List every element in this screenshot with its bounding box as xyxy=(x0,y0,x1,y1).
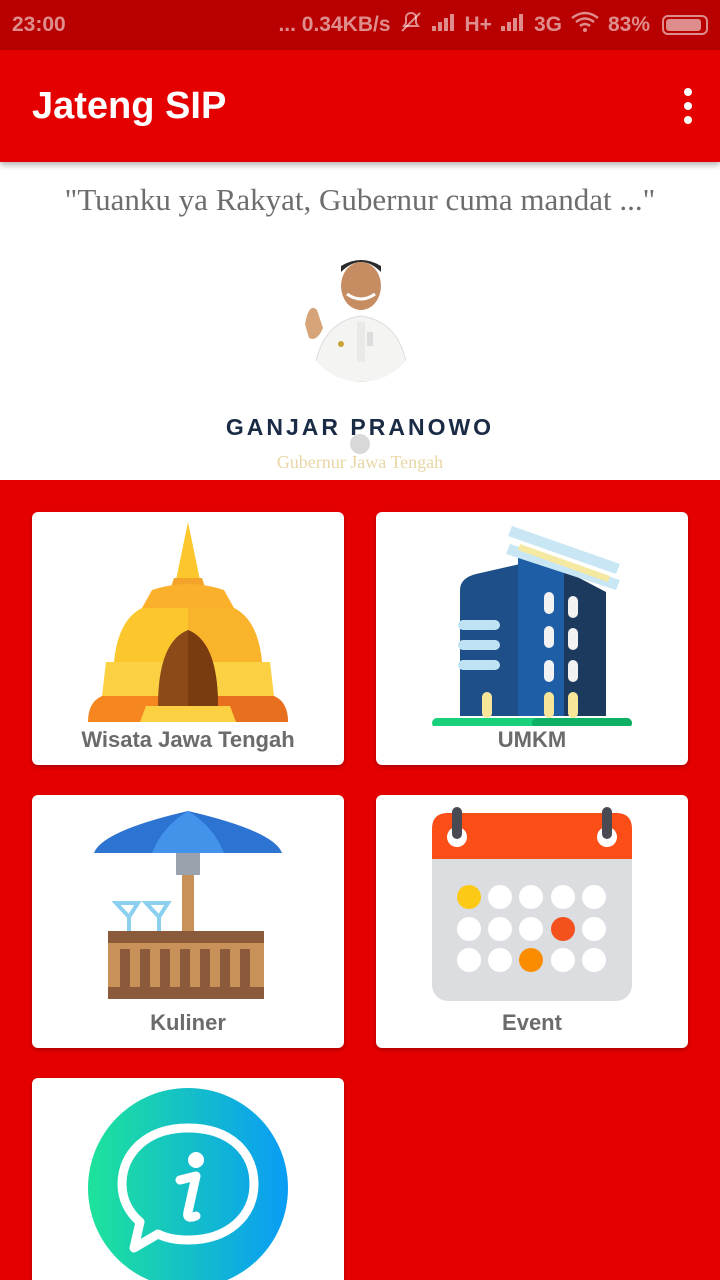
mute-icon xyxy=(399,11,423,39)
network-speed: ... 0.34KB/s xyxy=(278,13,391,36)
battery-icon xyxy=(662,15,708,35)
menu-card-label: Wisata Jawa Tengah xyxy=(81,727,295,752)
info-chat-icon xyxy=(88,1088,288,1280)
building-icon xyxy=(432,526,632,726)
app-bar: Jateng SIP xyxy=(0,50,720,162)
signal-icon-2 xyxy=(500,12,526,38)
menu-card-event[interactable]: Event xyxy=(376,795,688,1048)
status-indicators: ... 0.34KB/s H+ 3G 83% xyxy=(278,11,708,39)
network-type-1: H+ xyxy=(464,13,492,36)
governor-title: Gubernur Jawa Tengah xyxy=(276,452,444,472)
banner-slider[interactable]: "Tuanku ya Rakyat, Gubernur cuma mandat … xyxy=(0,162,720,480)
menu-card-kuliner[interactable]: Kuliner xyxy=(32,795,344,1048)
menu-card-label: Kuliner xyxy=(150,1010,226,1035)
menu-card-wisata[interactable]: Wisata Jawa Tengah xyxy=(32,512,344,765)
app-title: Jateng SIP xyxy=(32,84,227,127)
calendar-icon xyxy=(432,807,632,1001)
temple-icon xyxy=(88,522,288,722)
menu-card-label: UMKM xyxy=(497,727,567,752)
menu-card-umkm[interactable]: UMKM xyxy=(376,512,688,765)
governor-portrait xyxy=(303,260,419,382)
status-bar: 23:00 ... 0.34KB/s H+ 3G 83% xyxy=(0,0,720,50)
status-time: 23:00 xyxy=(12,13,66,36)
battery-percent: 83% xyxy=(607,13,650,36)
signal-icon xyxy=(431,12,457,38)
menu-card-info[interactable] xyxy=(32,1078,344,1280)
wifi-icon xyxy=(570,11,600,39)
network-type-2: 3G xyxy=(533,13,562,36)
slider-indicator xyxy=(350,434,370,454)
cafe-icon xyxy=(94,811,282,999)
banner-quote: "Tuanku ya Rakyat, Gubernur cuma mandat … xyxy=(64,182,656,217)
overflow-menu-icon[interactable] xyxy=(676,86,700,126)
menu-card-label: Event xyxy=(502,1010,562,1035)
